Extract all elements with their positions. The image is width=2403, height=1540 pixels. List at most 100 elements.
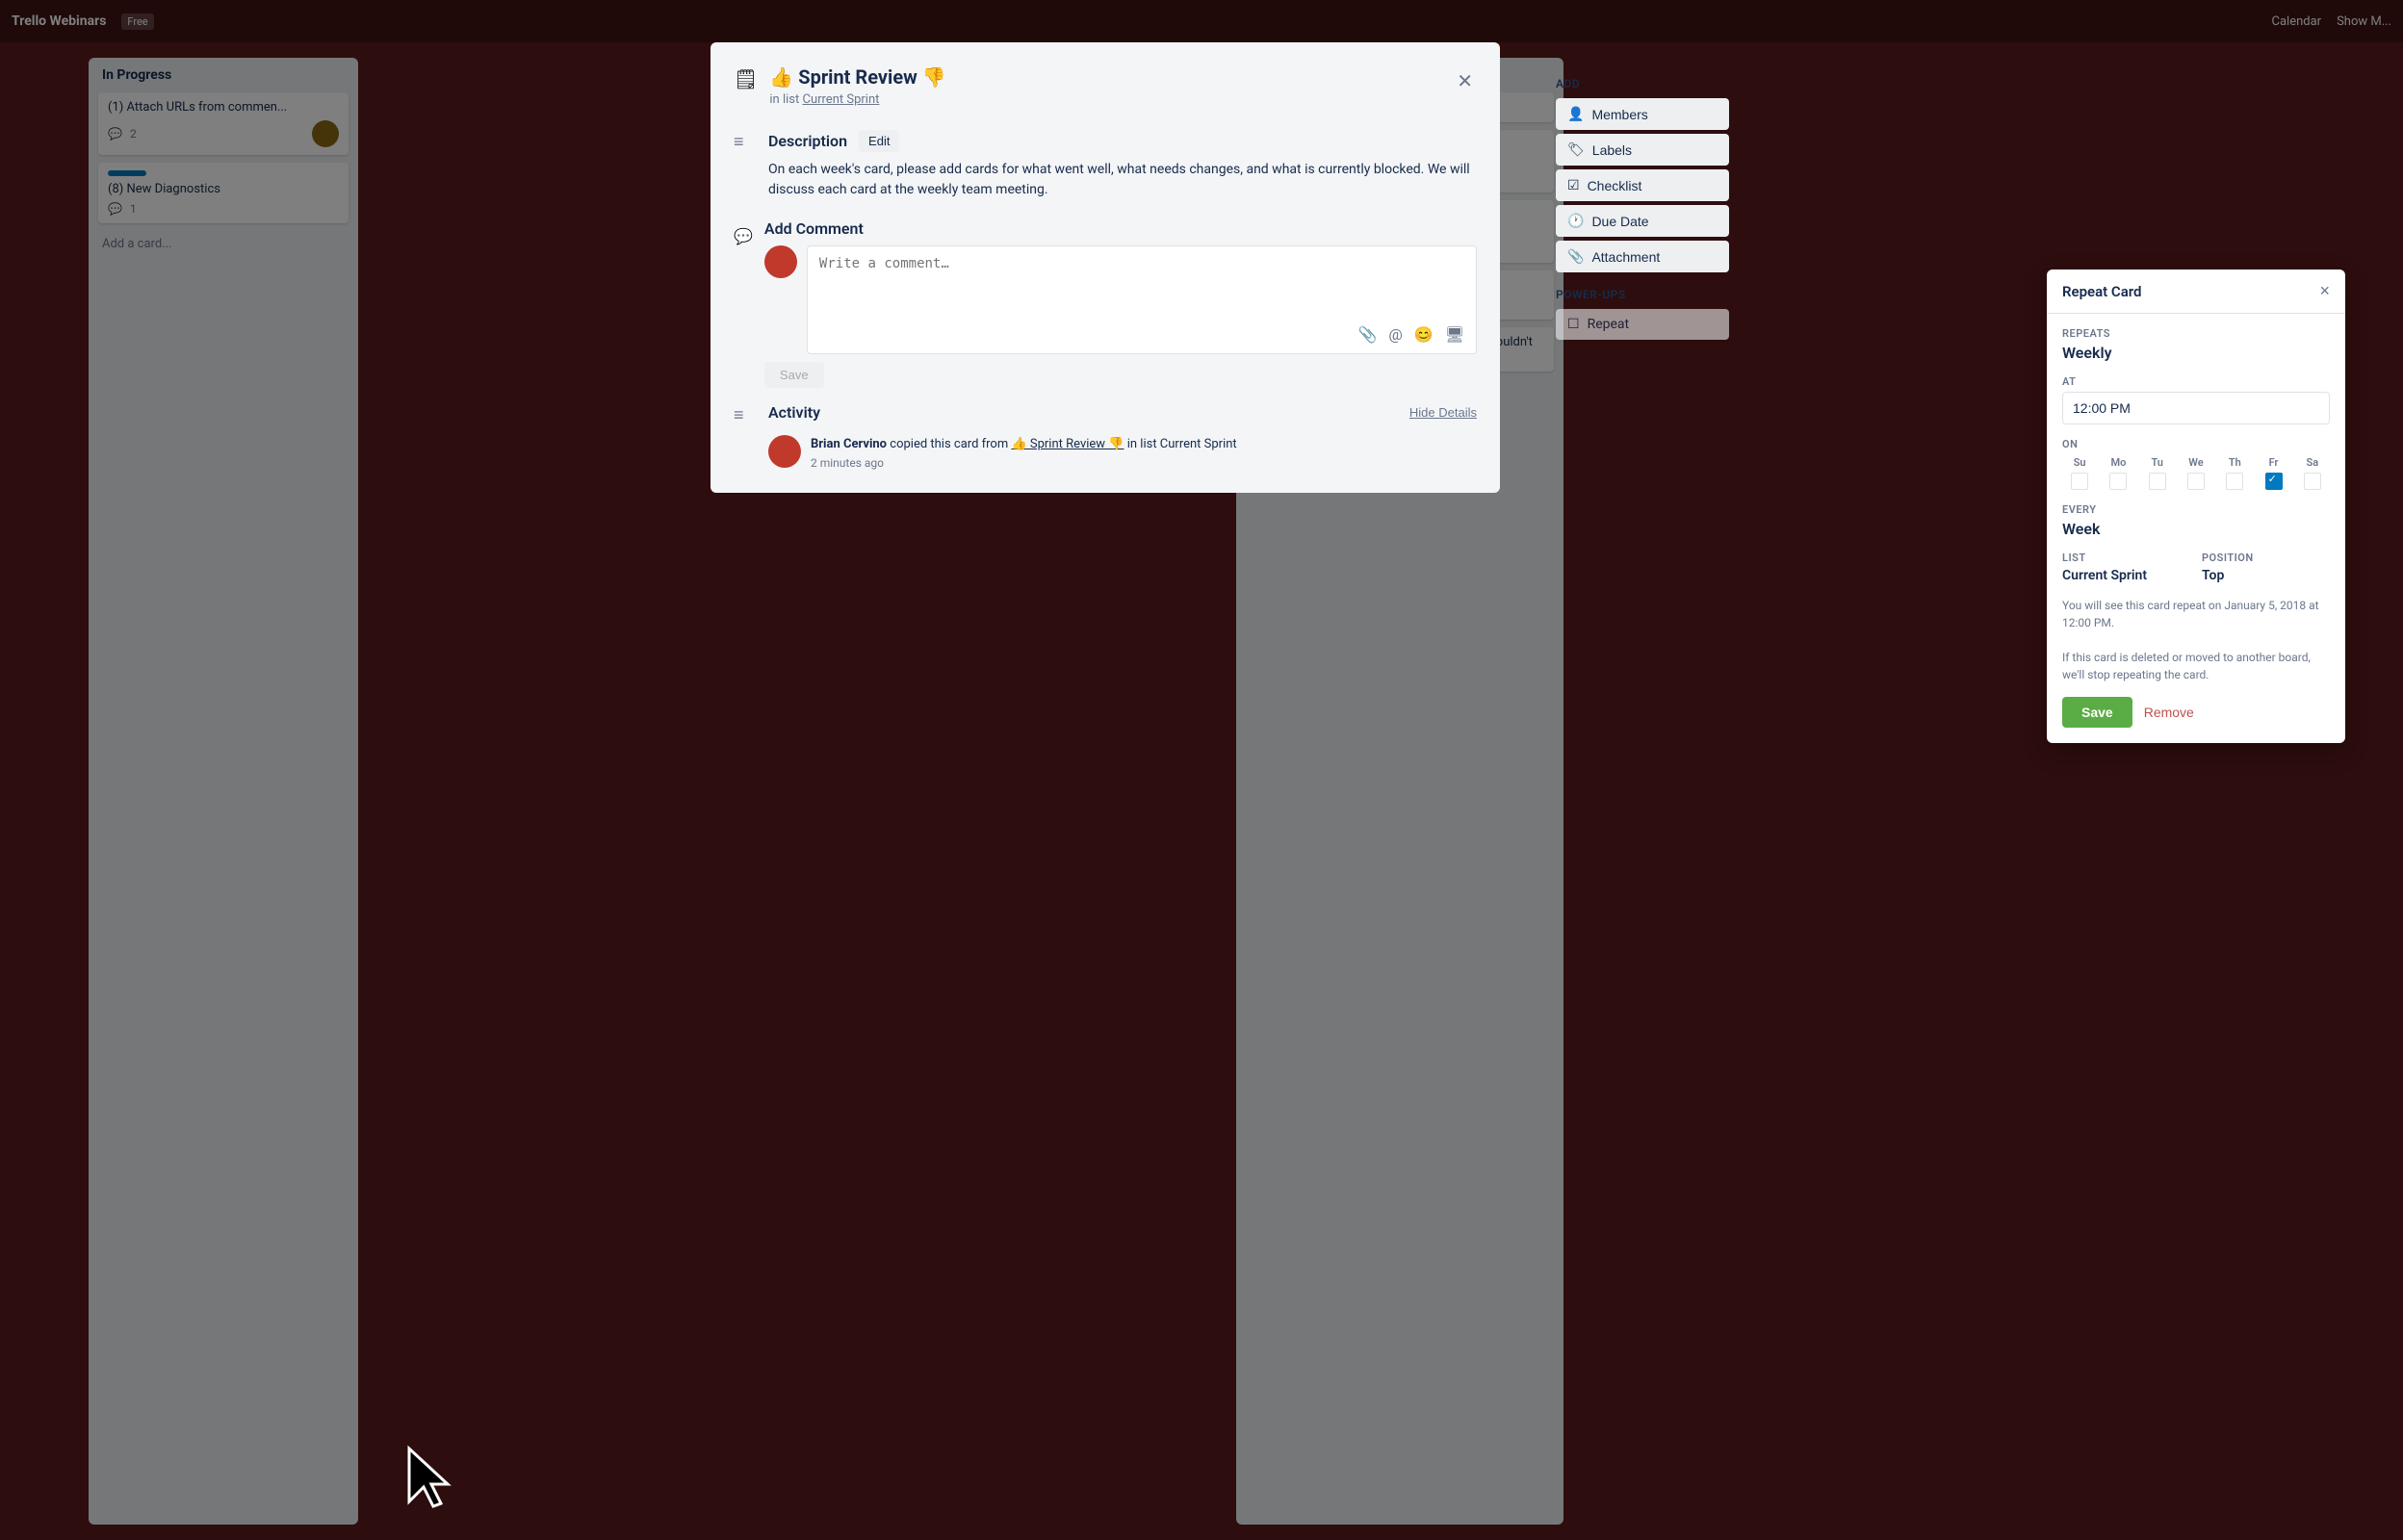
day-checkbox-we[interactable] <box>2187 473 2205 490</box>
user-avatar <box>764 245 797 278</box>
emoji-icon[interactable]: 😊 <box>1414 325 1434 344</box>
activity-suffix: in list Current Sprint <box>1127 437 1237 451</box>
add-labels-button[interactable]: 🏷 Labels <box>1556 134 1729 166</box>
members-label: Members <box>1591 107 1647 122</box>
close-modal-button[interactable]: ✕ <box>1453 65 1477 97</box>
repeat-info-text: You will see this card repeat on January… <box>2062 597 2330 683</box>
comment-section-content: Add Comment 📎 @ 😊 🖥 Save <box>764 219 1477 388</box>
day-col-we: We <box>2179 456 2213 490</box>
title-emoji-right: 👎 <box>922 65 946 89</box>
checklist-icon: ☑ <box>1567 177 1580 193</box>
comment-textarea[interactable] <box>819 256 1464 314</box>
day-col-su: Su <box>2062 456 2097 490</box>
day-label-su: Su <box>2074 456 2086 469</box>
description-section: ≡ Description Edit On each week's card, … <box>734 130 1477 200</box>
description-icon: ≡ <box>734 132 757 200</box>
labels-label: Labels <box>1592 142 1632 158</box>
checklist-label: Checklist <box>1588 178 1642 193</box>
description-header: Description Edit <box>768 130 1477 152</box>
edit-description-button[interactable]: Edit <box>859 130 899 152</box>
position-label: Position <box>2202 552 2330 564</box>
mention-icon[interactable]: @ <box>1388 325 1402 344</box>
repeat-checkbox: ☐ <box>1567 317 1580 332</box>
comment-input-container[interactable]: 📎 @ 😊 🖥 <box>807 245 1477 354</box>
hide-details-button[interactable]: Hide Details <box>1409 405 1477 420</box>
repeat-label: Repeat <box>1588 317 1630 332</box>
due-date-icon: 🕐 <box>1567 213 1584 229</box>
add-panel-title: Add <box>1556 77 1729 90</box>
day-col-fr: Fr <box>2256 456 2290 490</box>
repeat-remove-button[interactable]: Remove <box>2144 705 2194 720</box>
add-panel: Add 👤 Members 🏷 Labels ☑ Checklist 🕐 Due… <box>1556 77 1729 344</box>
list-field: List Current Sprint <box>2062 552 2190 583</box>
position-field: Position Top <box>2202 552 2330 583</box>
day-checkbox-sa[interactable] <box>2304 473 2321 490</box>
attachment-label: Attachment <box>1591 249 1660 265</box>
day-label-th: Th <box>2229 456 2241 469</box>
comment-section-icon: 💬 <box>734 227 753 245</box>
day-col-tu: Tu <box>2140 456 2175 490</box>
description-label: Description <box>768 132 847 150</box>
activity-card-link[interactable]: 👍 Sprint Review 👎 <box>1011 437 1124 451</box>
repeat-card-modal: Repeat Card × Repeats Weekly At On Su Mo <box>2047 270 2345 743</box>
day-checkbox-mo[interactable] <box>2109 473 2127 490</box>
repeats-label: Repeats <box>2062 327 2330 340</box>
attachment-icon: 📎 <box>1567 248 1584 265</box>
activity-user-avatar <box>768 435 801 468</box>
repeats-field: Repeats Weekly <box>2062 327 2330 362</box>
add-checklist-button[interactable]: ☑ Checklist <box>1556 169 1729 201</box>
card-detail-modal: 🗒 👍 Sprint Review 👎 in list Current Spri… <box>711 42 1500 493</box>
activity-text-block: Brian Cervino copied this card from 👍 Sp… <box>811 435 1237 470</box>
day-checkbox-su[interactable] <box>2071 473 2088 490</box>
at-label: At <box>2062 375 2330 388</box>
format-icon[interactable]: 🖥 <box>1445 325 1464 344</box>
on-label: On <box>2062 438 2330 450</box>
activity-icon: ≡ <box>734 405 757 470</box>
every-field: Every Week <box>2062 503 2330 538</box>
at-time-input[interactable] <box>2062 392 2330 424</box>
add-attachment-button[interactable]: 📎 Attachment <box>1556 241 1729 272</box>
day-checkbox-th[interactable] <box>2226 473 2243 490</box>
day-label-sa: Sa <box>2307 456 2319 469</box>
activity-section: ≡ Activity Hide Details Brian Cervino co… <box>734 403 1477 470</box>
every-value: Week <box>2062 520 2330 538</box>
add-due-date-button[interactable]: 🕐 Due Date <box>1556 205 1729 237</box>
activity-time: 2 minutes ago <box>811 456 1237 470</box>
repeat-modal-body: Repeats Weekly At On Su Mo Tu <box>2047 327 2345 728</box>
repeat-item[interactable]: ☐ Repeat <box>1556 309 1729 340</box>
labels-icon: 🏷 <box>1567 141 1585 158</box>
comment-input-row: 📎 @ 😊 🖥 <box>764 245 1477 354</box>
activity-text: Brian Cervino copied this card from 👍 Sp… <box>811 435 1237 454</box>
every-label: Every <box>2062 503 2330 516</box>
title-text: Sprint Review <box>798 65 917 89</box>
on-field: On Su Mo Tu We Th <box>2062 438 2330 490</box>
position-value: Top <box>2202 568 2330 583</box>
due-date-label: Due Date <box>1591 214 1648 229</box>
list-link[interactable]: Current Sprint <box>802 92 879 107</box>
day-col-sa: Sa <box>2295 456 2330 490</box>
add-members-button[interactable]: 👤 Members <box>1556 98 1729 130</box>
repeat-modal-title: Repeat Card <box>2062 283 2142 300</box>
list-value: Current Sprint <box>2062 568 2190 583</box>
day-checkbox-tu[interactable] <box>2149 473 2166 490</box>
members-icon: 👤 <box>1567 106 1584 122</box>
repeat-modal-header: Repeat Card × <box>2047 270 2345 314</box>
modal-header: 🗒 👍 Sprint Review 👎 in list Current Spri… <box>734 65 1477 107</box>
activity-action: copied this card from <box>890 437 1011 451</box>
attach-icon[interactable]: 📎 <box>1357 325 1377 344</box>
description-content: Description Edit On each week's card, pl… <box>768 130 1477 200</box>
activity-content: Activity Hide Details Brian Cervino copi… <box>768 403 1477 470</box>
save-comment-button[interactable]: Save <box>764 362 824 388</box>
title-area: 👍 Sprint Review 👎 in list Current Sprint <box>769 65 1441 107</box>
card-type-icon: 🗒 <box>734 67 758 90</box>
repeat-save-button[interactable]: Save <box>2062 697 2132 728</box>
activity-item: Brian Cervino copied this card from 👍 Sp… <box>768 435 1477 470</box>
day-label-mo: Mo <box>2110 456 2126 469</box>
repeat-modal-close-button[interactable]: × <box>2319 281 2330 301</box>
add-comment-section: 💬 Add Comment 📎 @ 😊 🖥 <box>734 219 1477 388</box>
description-text: On each week's card, please add cards fo… <box>768 160 1477 200</box>
day-label-we: We <box>2188 456 2203 469</box>
day-checkbox-fr[interactable] <box>2265 473 2283 490</box>
modal-overlay: 🗒 👍 Sprint Review 👎 in list Current Spri… <box>0 0 2403 1540</box>
activity-label: Activity <box>768 403 820 422</box>
